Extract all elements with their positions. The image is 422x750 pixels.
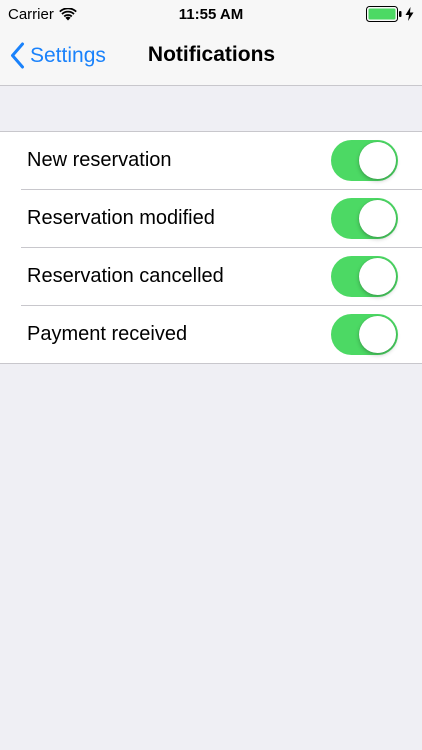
setting-row-new-reservation: New reservation [0, 132, 422, 189]
toggle-knob [359, 142, 396, 179]
charging-icon [405, 7, 414, 21]
page-title: Notifications [0, 43, 422, 67]
status-bar: Carrier 11:55 AM [0, 0, 422, 28]
setting-label-reservation-cancelled: Reservation cancelled [27, 265, 224, 287]
toggle-knob [359, 200, 396, 237]
toggle-knob [359, 258, 396, 295]
notification-settings-group: New reservation Reservation modified Res… [0, 131, 422, 364]
battery-indicator [366, 6, 414, 22]
toggle-payment-received[interactable] [331, 314, 398, 355]
setting-label-new-reservation: New reservation [27, 149, 172, 171]
toggle-knob [359, 316, 396, 353]
setting-row-reservation-cancelled: Reservation cancelled [0, 247, 422, 305]
setting-row-reservation-modified: Reservation modified [0, 189, 422, 247]
setting-row-payment-received: Payment received [0, 305, 422, 363]
setting-label-reservation-modified: Reservation modified [27, 207, 215, 229]
battery-icon [366, 6, 402, 22]
toggle-new-reservation[interactable] [331, 140, 398, 181]
status-time: 11:55 AM [178, 6, 244, 23]
navigation-bar: Settings Notifications [0, 28, 422, 86]
setting-label-payment-received: Payment received [27, 323, 188, 345]
page-title-text: Notifications [147, 43, 276, 66]
toggle-reservation-cancelled[interactable] [331, 256, 398, 297]
toggle-reservation-modified[interactable] [331, 198, 398, 239]
